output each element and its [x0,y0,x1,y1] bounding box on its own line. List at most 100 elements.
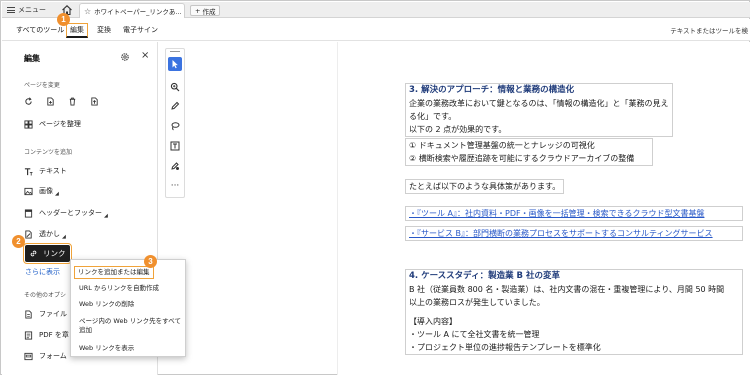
pen-icon [171,101,180,110]
form-label: フォーム [39,352,67,360]
examples-intro: たとえば以下のような具体策があります。 [409,182,561,191]
link-icon [29,249,38,258]
document-tab-title: ホワイトペーパー_リンクあ... [94,8,182,16]
more-icon: ··· [170,181,180,191]
step-badge-1: 1 [57,13,70,26]
extract-page-icon[interactable] [90,97,99,106]
app-window: メニュー ☆ ホワイトペーパー_リンクあ... × + 作成 すべてのツール 編… [0,0,750,375]
menu-item-add-all-links-cont[interactable]: 追加 [75,326,183,335]
intro-label: 【導入内容】 [409,317,457,326]
organize-pages-item[interactable]: ページを整理 [24,119,81,129]
plus-icon: + [195,6,201,15]
section-3-block[interactable]: 3. 解決のアプローチ：情報と業務の構造化 企業の業務改革において鍵となるのは、… [405,83,673,137]
search-input[interactable]: テキストまたはツールを検 [670,25,748,35]
section-3-heading: 3. 解決のアプローチ：情報と業務の構造化 [409,85,575,95]
expand-marker-icon: ◢ [62,234,66,240]
section-4-block[interactable]: 4. ケーススタディ：製造業 B 社の変革 B 社（従業員数 800 名・製造業… [405,269,743,355]
document-page: 3. 解決のアプローチ：情報と業務の構造化 企業の業務改革において鍵となるのは、… [337,42,750,375]
image-icon [24,187,33,196]
delete-icon[interactable] [68,97,77,106]
menu-item-add-all-links[interactable]: ページ内の Web リンク先をすべて [75,317,183,326]
stamp-tool-button[interactable] [168,159,182,173]
menu-button[interactable]: メニュー [7,4,46,16]
menu-label: メニュー [18,6,46,14]
case-line2: 以上の業務ロスが発生していました。 [409,298,545,307]
section-3-para-line1: 企業の業務改革において鍵となるのは、「情報の構造化」と「業務の見える化」です。 [409,99,669,121]
rotate-icon[interactable] [24,97,33,106]
examples-intro-block[interactable]: たとえば以下のような具体策があります。 [405,179,565,194]
image-label: 画像 [39,187,53,195]
file-item[interactable]: ファイル [24,309,67,319]
tab-e-sign[interactable]: 電子サイン [123,25,158,35]
expand-marker-icon: ◢ [104,213,108,219]
header-footer-icon [24,208,33,218]
text-icon [24,167,33,176]
text-box-icon [170,141,180,151]
header-footer-label: ヘッダーとフッター [39,209,102,217]
hamburger-icon [7,7,15,13]
service-b-link-block[interactable]: ・『サービス B』：部門横断の業務プロセスをサポートするコンサルティングサービス [405,226,743,241]
add-image-item[interactable]: 画像 ◢ [24,186,59,197]
section-content: コンテンツを追加 [24,149,73,156]
section-pages: ページを変更 [24,82,60,89]
show-more-link[interactable]: さらに表示 [25,267,60,277]
create-tab-button[interactable]: + 作成 [190,5,221,16]
gear-icon[interactable] [120,52,130,62]
cursor-icon [172,60,178,69]
pdf-item[interactable]: PDF を章 [24,330,69,340]
intro-item: ・プロジェクト単位の進捗報告テンプレートを標準化 [409,343,601,352]
tool-a-link-block[interactable]: ・『ツール A』：社内資料・PDF・画像を一括管理・検索できるクラウド型文書基盤 [405,206,743,221]
tab-convert[interactable]: 変換 [97,25,111,35]
star-icon[interactable]: ☆ [84,7,91,16]
expand-marker-icon: ◢ [55,191,59,197]
bullet-list-block[interactable]: ① ドキュメント管理基盤の統一とナレッジの可視化 ② 横断検索や履歴追跡を可能に… [405,138,653,166]
select-tool-button[interactable] [168,57,182,71]
page-actions [24,97,99,106]
file-label: ファイル [39,310,67,318]
link-label: リンク [43,249,66,258]
zoom-tool-button[interactable] [168,80,182,94]
tab-all-tools[interactable]: すべてのツール [16,25,64,35]
case-line1: B 社（従業員数 800 名・製造業）は、社内文書の混在・重複管理により、月間 … [409,285,725,294]
menu-item-add-edit-link[interactable]: リンクを追加または編集 [74,266,154,279]
add-text-item[interactable]: テキスト [24,166,67,176]
rail-grip [170,51,180,52]
header-footer-item[interactable]: ヘッダーとフッター ◢ [24,208,108,219]
menu-item-remove-web-links[interactable]: Web リンクの削除 [75,300,183,309]
more-tools-button[interactable]: ··· [168,179,182,193]
form-icon [24,352,33,361]
attach-file-icon [24,309,33,319]
pen-tool-button[interactable] [168,99,182,113]
watermark-icon [24,229,33,239]
watermark-label: 透かし [39,230,60,238]
tab-bar: メニュー ☆ ホワイトペーパー_リンクあ... × + 作成 [2,2,750,18]
tab-edit[interactable]: 編集 [66,23,88,38]
step-badge-2: 2 [12,235,25,248]
lasso-tool-button[interactable] [168,119,182,133]
menu-item-auto-create-link[interactable]: URL からリンクを自動作成 [75,284,183,293]
text-label: テキスト [39,167,67,175]
link-tool-button[interactable]: リンク [23,243,72,264]
lasso-icon [171,122,180,131]
section-4-heading: 4. ケーススタディ：製造業 B 社の変革 [409,271,560,281]
close-panel-icon[interactable]: × [141,50,149,61]
form-item[interactable]: フォーム [24,351,67,361]
step-badge-3: 3 [144,255,157,268]
link-context-menu: リンクを追加または編集 URL からリンクを自動作成 Web リンクの削除 ペー… [70,259,186,357]
service-b-link[interactable]: ・『サービス B』：部門横断の業務プロセスをサポートするコンサルティングサービス [409,227,739,240]
section-other: その他のオプシ [24,292,67,299]
pdf-label: PDF を章 [39,331,69,339]
list-item: ② 横断検索や履歴追跡を可能にするクラウドアーカイブの整備 [409,154,635,163]
top-toolbar: すべてのツール 編集 変換 電子サイン テキストまたはツールを検 [2,19,750,41]
tool-a-link[interactable]: ・『ツール A』：社内資料・PDF・画像を一括管理・検索できるクラウド型文書基盤 [409,207,739,220]
watermark-item[interactable]: 透かし ◢ [24,229,66,240]
list-item: ① ドキュメント管理基盤の統一とナレッジの可視化 [409,141,595,150]
menu-item-show-web-links[interactable]: Web リンクを表示 [75,344,183,353]
insert-page-icon[interactable] [46,97,55,106]
document-tab[interactable]: ☆ ホワイトペーパー_リンクあ... × [79,3,185,18]
organize-pages-icon [24,119,33,129]
panel-title: 編集 [24,54,40,63]
create-label: 作成 [202,7,216,16]
tool-rail: ··· [165,48,185,198]
text-box-tool-button[interactable] [168,139,182,153]
